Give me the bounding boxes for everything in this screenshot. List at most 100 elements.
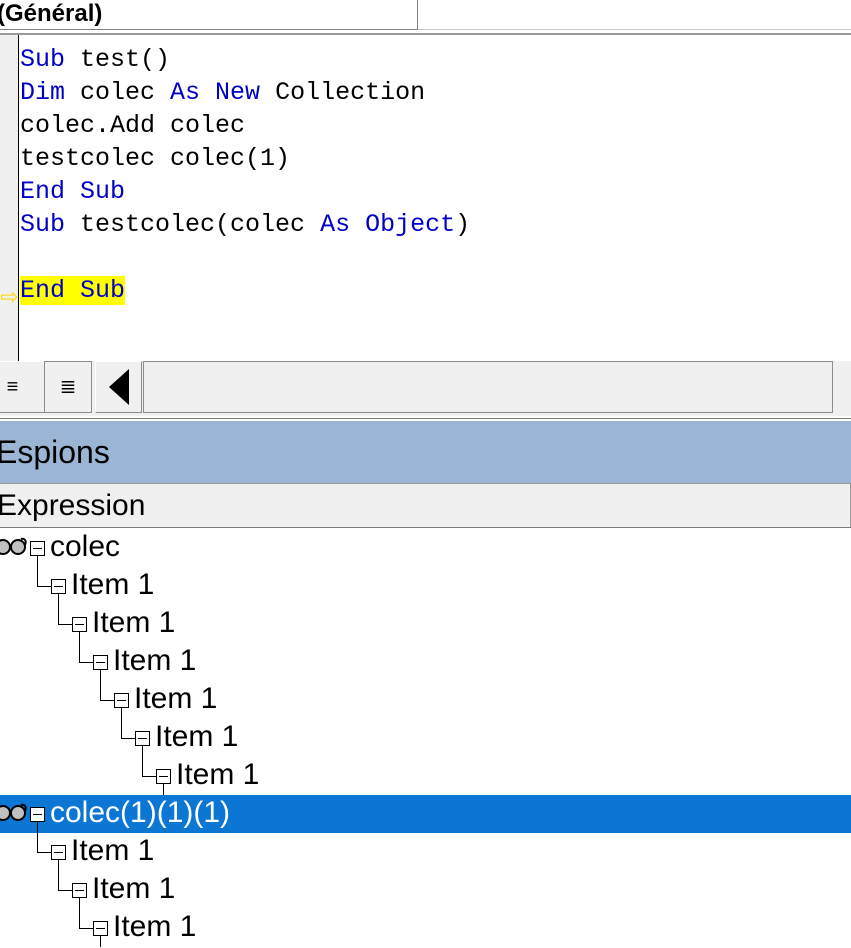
tree-connector-line — [58, 605, 59, 625]
code-keyword: Sub — [20, 210, 81, 239]
column-header-expression-label: Expression — [0, 488, 146, 522]
tree-connector-line — [121, 707, 122, 719]
triangle-left-icon — [108, 369, 129, 405]
column-header-expression[interactable]: Expression — [0, 484, 851, 527]
watch-row[interactable]: Item 1 — [0, 909, 851, 947]
watch-column-header-row: Expression — [0, 483, 851, 528]
tree-connector-line — [142, 745, 143, 757]
watch-row[interactable]: Item 1 — [0, 567, 851, 605]
hscroll-left-button[interactable] — [95, 361, 142, 413]
code-keyword: Sub — [20, 45, 81, 74]
code-identifier: test() — [80, 45, 171, 74]
tree-connector-line — [121, 738, 135, 739]
watch-glasses-icon — [0, 802, 28, 822]
horizontal-scrollbar[interactable] — [143, 361, 833, 413]
tree-expander-collapse-icon[interactable] — [72, 616, 87, 632]
watch-row[interactable]: Item 1 — [0, 757, 851, 795]
tree-expander-collapse-icon[interactable] — [30, 806, 45, 822]
object-dropdown-value: (Général) — [0, 0, 103, 27]
watch-window-title: Espions — [0, 433, 110, 470]
code-line: Sub test() — [20, 43, 851, 76]
code-editor[interactable]: ⇨ Sub test() Dim colec As New Collection c… — [0, 33, 851, 363]
watch-expression-label: Item 1 — [71, 568, 155, 601]
code-identifier: testcolec(colec — [80, 210, 321, 239]
watch-expression-label: Item 1 — [113, 910, 197, 943]
tree-expander-collapse-icon[interactable] — [30, 540, 45, 556]
full-module-view-button[interactable]: ≣ — [44, 361, 92, 413]
code-identifier: colec.Add colec — [20, 111, 246, 140]
tree-expander-collapse-icon[interactable] — [72, 882, 87, 898]
tree-expander-collapse-icon[interactable] — [156, 768, 171, 784]
tree-connector-line — [100, 700, 114, 701]
code-line: Sub testcolec(colec As Object) — [20, 208, 851, 241]
code-text[interactable]: Sub test() Dim colec As New Collection col… — [20, 43, 851, 307]
code-line: End Sub — [20, 274, 851, 307]
watch-expression-label: colec — [50, 530, 121, 563]
watch-row-selected[interactable]: colec(1)(1)(1) — [0, 795, 851, 833]
tree-connector-line — [100, 935, 101, 947]
procedure-view-icon: ≡ — [6, 376, 19, 398]
code-identifier: Collection — [275, 78, 426, 107]
tree-connector-line — [142, 776, 156, 777]
watch-glasses-icon — [0, 536, 28, 556]
tree-connector-line — [37, 833, 38, 853]
watch-row[interactable]: Item 1 — [0, 643, 851, 681]
tree-expander-collapse-icon[interactable] — [93, 920, 108, 936]
tree-connector-line — [163, 783, 164, 795]
watch-row[interactable]: Item 1 — [0, 871, 851, 909]
watch-row[interactable]: Item 1 — [0, 833, 851, 871]
watch-row[interactable]: Item 1 — [0, 605, 851, 643]
tree-expander-collapse-icon[interactable] — [51, 578, 66, 594]
code-identifier: ) — [455, 210, 471, 239]
tree-connector-line — [58, 890, 72, 891]
code-keyword: As New — [170, 78, 276, 107]
tree-connector-line — [58, 593, 59, 605]
code-window-bottom-bar: ≡ ≣ — [0, 361, 851, 416]
watch-expression-label: Item 1 — [92, 872, 176, 905]
tree-connector-line — [79, 897, 80, 909]
code-margin-indicator-bar[interactable] — [0, 35, 19, 361]
tree-connector-line — [79, 643, 80, 663]
procedure-view-button[interactable]: ≡ — [0, 361, 45, 413]
code-identifier: testcolec colec(1) — [20, 144, 291, 173]
tree-connector-line — [79, 928, 93, 929]
watch-expression-label: Item 1 — [92, 606, 176, 639]
code-keyword: As Object — [320, 210, 456, 239]
tree-connector-line — [37, 555, 38, 567]
watch-row[interactable]: Item 1 — [0, 719, 851, 757]
tree-connector-line — [37, 567, 38, 587]
code-keyword: Dim — [20, 78, 81, 107]
tree-connector-line — [37, 852, 51, 853]
tree-expander-collapse-icon[interactable] — [114, 692, 129, 708]
watch-row[interactable]: Item 1 — [0, 681, 851, 719]
code-line: testcolec colec(1) — [20, 142, 851, 175]
tree-connector-line — [100, 681, 101, 701]
tree-expander-collapse-icon[interactable] — [51, 844, 66, 860]
code-keyword: End Sub — [20, 276, 126, 305]
code-identifier: colec — [80, 78, 171, 107]
code-window-combo-strip: (Général) — [0, 0, 851, 30]
watch-expression-label: Item 1 — [71, 834, 155, 867]
code-window: (Général) ⇨ Sub test() Dim colec As New C… — [0, 0, 851, 418]
code-line: End Sub — [20, 175, 851, 208]
watch-list[interactable]: colec Item 1 Item 1 Item 1 Item 1 Item 1 Item … — [0, 529, 851, 948]
tree-connector-line — [37, 821, 38, 833]
watch-window-titlebar[interactable]: Espions — [0, 421, 851, 483]
watch-window: Espions Expression colec Item 1 Item 1 Item… — [0, 418, 851, 948]
tree-connector-line — [79, 631, 80, 643]
tree-expander-collapse-icon[interactable] — [93, 654, 108, 670]
yellow-arrow-icon: ⇨ — [0, 284, 19, 309]
tree-expander-collapse-icon[interactable] — [135, 730, 150, 746]
tree-connector-line — [100, 669, 101, 681]
watch-expression-label: Item 1 — [134, 682, 218, 715]
code-keyword: End Sub — [20, 177, 126, 206]
code-line: colec.Add colec — [20, 109, 851, 142]
full-module-view-icon: ≣ — [59, 376, 77, 398]
tree-connector-line — [79, 662, 93, 663]
object-dropdown[interactable]: (Général) — [0, 0, 418, 30]
watch-expression-label: Item 1 — [113, 644, 197, 677]
watch-row[interactable]: colec — [0, 529, 851, 567]
code-line: Dim colec As New Collection — [20, 76, 851, 109]
tree-connector-line — [58, 871, 59, 891]
